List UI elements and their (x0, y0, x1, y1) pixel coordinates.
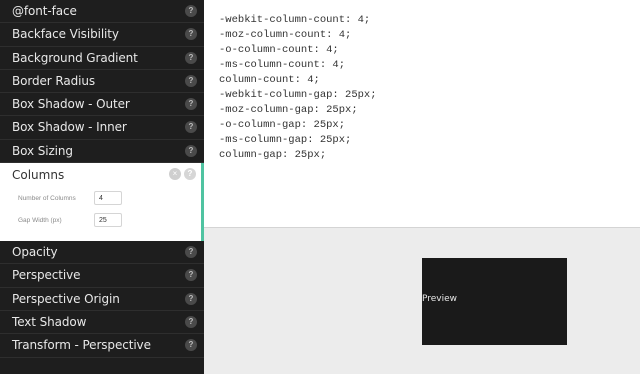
help-icon[interactable]: ? (185, 315, 197, 328)
help-icon[interactable]: ? (185, 339, 197, 352)
gap-width-input[interactable] (94, 213, 122, 228)
sidebar-item-label: Box Sizing (12, 143, 73, 158)
sidebar-item[interactable]: Backface Visibility? (0, 23, 204, 47)
preview-label: Preview (422, 294, 458, 304)
number-of-columns-label: Number of Columns (18, 195, 76, 203)
help-icon[interactable]: ? (185, 98, 197, 111)
close-icon[interactable]: × (169, 168, 181, 181)
sidebar-item[interactable]: Text Shadow? (0, 311, 204, 335)
help-icon[interactable]: ? (185, 292, 197, 305)
help-icon[interactable]: ? (185, 121, 197, 134)
sidebar: @font-face? Backface Visibility? Backgroun… (0, 0, 204, 374)
sidebar-item-label: Perspective Origin (12, 291, 120, 306)
sidebar-item-label: Perspective (12, 268, 81, 283)
help-icon[interactable]: ? (184, 168, 196, 181)
sidebar-item[interactable]: Box Sizing? (0, 140, 204, 164)
number-of-columns-input[interactable] (94, 191, 122, 206)
css-code: -webkit-column-count: 4; -moz-column-cou… (219, 14, 377, 161)
help-icon[interactable]: ? (185, 144, 197, 157)
sidebar-item[interactable]: @font-face? (0, 0, 204, 24)
help-icon[interactable]: ? (185, 28, 197, 41)
sidebar-item-label: Backface Visibility (12, 27, 119, 42)
sidebar-item[interactable]: Box Shadow - Inner? (0, 116, 204, 140)
sidebar-item[interactable]: Box Shadow - Outer? (0, 93, 204, 117)
sidebar-item-label: Box Shadow - Inner (12, 120, 127, 135)
sidebar-item-label: Border Radius (12, 73, 95, 88)
sidebar-item[interactable]: Transform - Perspective? (0, 334, 204, 358)
sidebar-item[interactable]: Perspective? (0, 264, 204, 288)
preview-box: Preview (422, 258, 567, 345)
sidebar-items-top: @font-face? Backface Visibility? Backgroun… (0, 0, 204, 164)
columns-panel-title[interactable]: Columns (12, 168, 64, 182)
sidebar-item-label: Box Shadow - Outer (12, 97, 130, 112)
help-icon[interactable]: ? (185, 5, 197, 17)
columns-panel: Columns × ? Number of Columns Gap Width … (0, 163, 204, 242)
help-icon[interactable]: ? (185, 246, 197, 259)
sidebar-item-label: Background Gradient (12, 50, 138, 65)
sidebar-item-label: Opacity (12, 245, 58, 260)
sidebar-item-label: Text Shadow (12, 314, 87, 329)
sidebar-item-label: Transform - Perspective (12, 338, 151, 353)
sidebar-item[interactable]: Background Gradient? (0, 47, 204, 70)
sidebar-item[interactable]: Perspective Origin? (0, 288, 204, 311)
help-icon[interactable]: ? (185, 51, 197, 64)
sidebar-item[interactable]: Opacity? (0, 241, 204, 265)
help-icon[interactable]: ? (185, 269, 197, 282)
sidebar-item[interactable]: Border Radius? (0, 70, 204, 94)
gap-width-label: Gap Width (px) (18, 217, 62, 225)
preview-stage: Preview (204, 229, 640, 374)
sidebar-items-bottom: Opacity? Perspective? Perspective Origin? T… (0, 241, 204, 358)
code-output: -webkit-column-count: 4; -moz-column-cou… (204, 0, 640, 228)
sidebar-item-label: @font-face (12, 4, 77, 18)
help-icon[interactable]: ? (185, 74, 197, 87)
